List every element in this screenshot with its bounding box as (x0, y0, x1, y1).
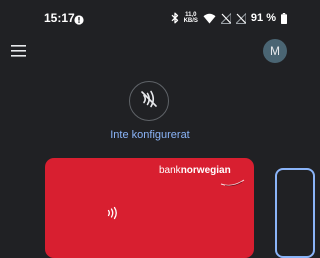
status-time: 15:17 (44, 11, 75, 25)
contactless-off-icon (139, 89, 159, 114)
bank-logo-swoosh-icon (220, 174, 246, 192)
status-icons: 11,0 KB/S 91 % (171, 10, 287, 26)
bank-logo-bank: bank (159, 165, 181, 176)
signal-no-sim-icon (220, 12, 231, 24)
bluetooth-icon (171, 12, 179, 24)
contactless-icon (106, 206, 120, 225)
network-speed: 11,0 KB/S (184, 12, 198, 24)
payment-card[interactable]: banknorwegian (45, 158, 254, 258)
avatar[interactable]: M (263, 39, 287, 63)
signal-no-sim-icon (235, 12, 246, 24)
not-configured-link[interactable]: Inte konfigurerat (0, 129, 300, 141)
network-speed-unit: KB/S (183, 18, 198, 24)
battery-icon (281, 12, 287, 24)
info-circle-icon (74, 12, 84, 25)
hamburger-menu-icon[interactable] (10, 43, 30, 59)
contactless-setup-button[interactable] (129, 81, 169, 121)
next-card-preview[interactable] (275, 168, 315, 258)
battery-percentage: 91 % (250, 12, 276, 24)
status-bar: 15:17 11,0 KB/S 91 % (0, 0, 300, 36)
wifi-icon (203, 13, 216, 24)
